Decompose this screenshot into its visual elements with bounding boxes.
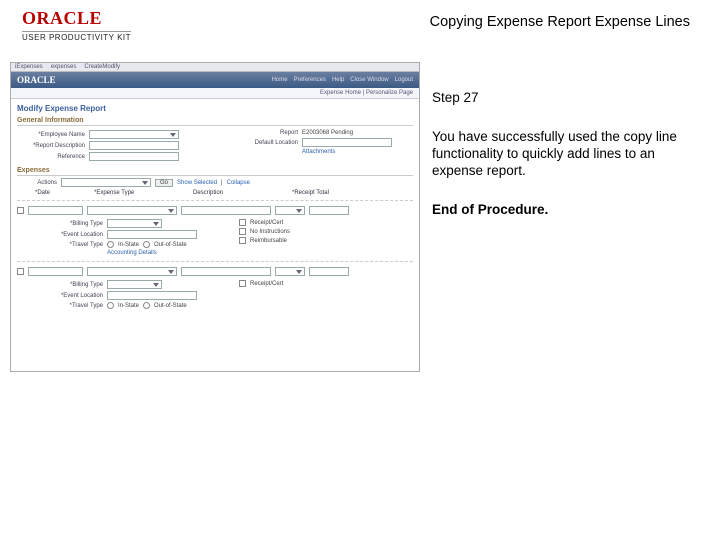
billing-type-select[interactable] — [107, 280, 162, 289]
oracle-logo-small: ORACLE — [17, 75, 56, 85]
oracle-logo-text: ORACLE — [22, 8, 131, 29]
date-input[interactable] — [28, 206, 83, 215]
amount-input[interactable] — [309, 206, 349, 215]
description-input[interactable] — [181, 267, 271, 276]
row-checkbox[interactable] — [17, 268, 24, 275]
event-location-input[interactable] — [107, 291, 197, 300]
actions-select[interactable] — [61, 178, 151, 187]
sub-nav: Expense Home | Personalize Page — [11, 88, 419, 99]
section-general: General Information — [17, 117, 413, 126]
reference-input[interactable] — [89, 152, 179, 161]
travel-outstate-radio[interactable] — [143, 241, 150, 248]
row-checkbox[interactable] — [17, 207, 24, 214]
reimbursable-checkbox[interactable] — [239, 237, 246, 244]
breadcrumb: iExpenses expenses CreateModify — [11, 63, 419, 72]
description-input[interactable] — [181, 206, 271, 215]
receipt-cert-checkbox[interactable] — [239, 219, 246, 226]
lesson-title: Copying Expense Report Expense Lines — [430, 8, 690, 30]
expense-type-select[interactable] — [87, 267, 177, 276]
section-expenses: Expenses — [17, 167, 413, 176]
instruction-panel: Step 27 You have successfully used the c… — [432, 62, 692, 540]
expense-type-select[interactable] — [87, 206, 177, 215]
embedded-screenshot: iExpenses expenses CreateModify ORACLE H… — [10, 62, 420, 372]
upk-subtitle: USER PRODUCTIVITY KIT — [22, 31, 131, 42]
travel-instate-radio[interactable] — [107, 241, 114, 248]
employee-select[interactable] — [89, 130, 179, 139]
end-of-procedure: End of Procedure. — [432, 202, 692, 219]
report-description-input[interactable] — [89, 141, 179, 150]
date-input[interactable] — [28, 267, 83, 276]
billing-type-select[interactable] — [107, 219, 162, 228]
show-selected-link[interactable]: Show Selected — [177, 180, 217, 186]
currency-select[interactable] — [275, 206, 305, 215]
oracle-brand: ORACLE USER PRODUCTIVITY KIT — [22, 8, 131, 42]
page-title: Modify Expense Report — [17, 104, 413, 113]
step-label: Step 27 — [432, 90, 692, 107]
currency-select[interactable] — [275, 267, 305, 276]
collapse-link[interactable]: Collapse — [227, 180, 250, 186]
report-number: E2003068 Pending — [302, 130, 353, 136]
instructions-checkbox[interactable] — [239, 228, 246, 235]
accounting-details-link[interactable]: Accounting Details — [107, 250, 157, 256]
event-location-input[interactable] — [107, 230, 197, 239]
amount-input[interactable] — [309, 267, 349, 276]
step-instruction: You have successfully used the copy line… — [432, 129, 692, 180]
top-nav: Home Preferences Help Close Window Logou… — [272, 77, 413, 83]
default-location-input[interactable] — [302, 138, 392, 147]
expense-line: *Billing Type *Event Location *Travel Ty… — [17, 261, 413, 311]
attachments-link[interactable]: Attachments — [302, 149, 335, 155]
go-button[interactable]: Go — [155, 179, 173, 187]
expense-line: *Billing Type *Event Location *Travel Ty… — [17, 200, 413, 258]
